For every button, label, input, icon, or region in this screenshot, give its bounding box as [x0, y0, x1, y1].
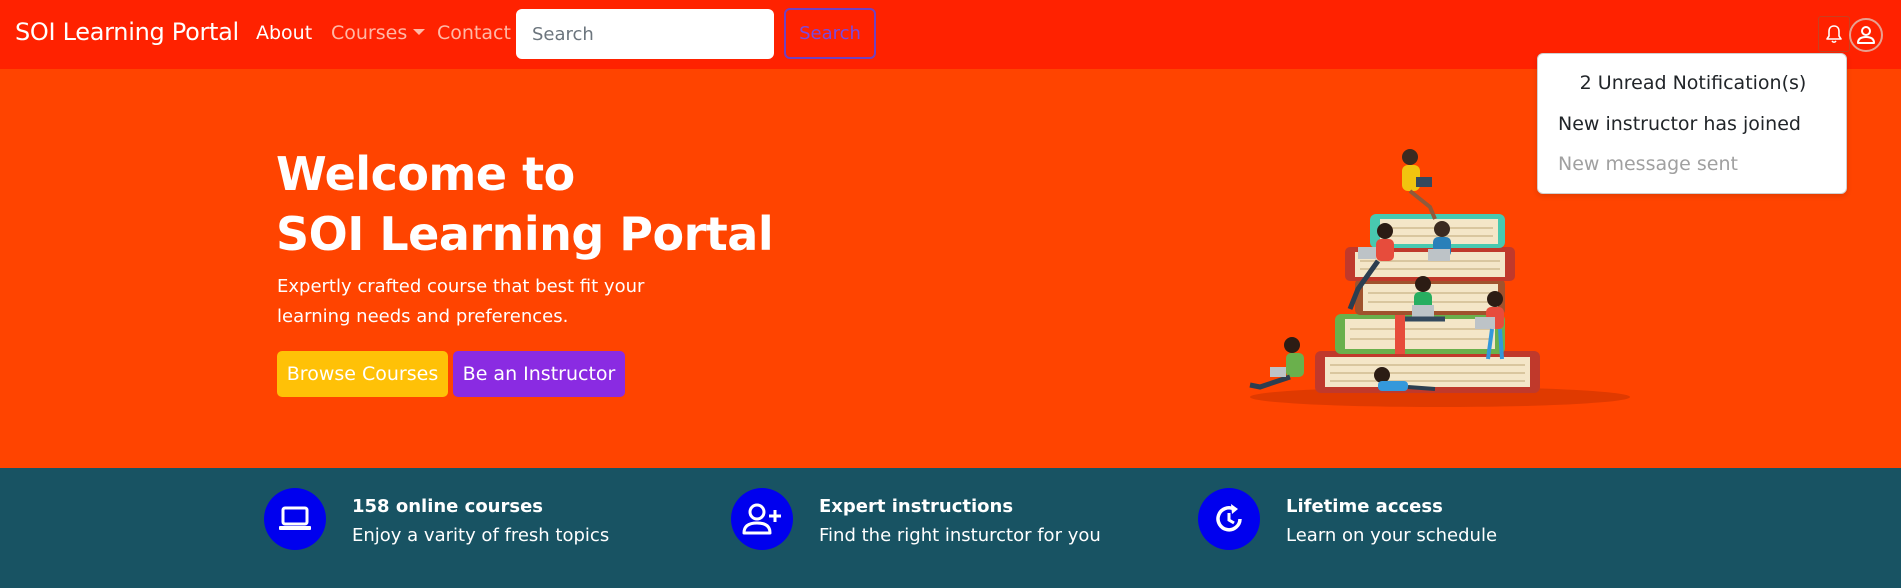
caret-down-icon: [413, 29, 426, 35]
user-icon: [1857, 26, 1875, 44]
feature-desc: Learn on your schedule: [1286, 525, 1498, 546]
hero-title: Welcome to SOI Learning Portal: [276, 144, 774, 264]
search-button[interactable]: Search: [784, 8, 876, 59]
feature-desc: Find the right insturctor for you: [819, 525, 1101, 546]
notifications-header: 2 Unread Notification(s): [1579, 72, 1807, 94]
nav-contact[interactable]: Contact: [437, 22, 511, 44]
hero-subtitle-line1: Expertly crafted course that best fit yo…: [277, 276, 645, 297]
notification-item[interactable]: New message sent: [1558, 153, 1738, 175]
notifications-button[interactable]: [1818, 16, 1850, 52]
feature-desc: Enjoy a varity of fresh topics: [352, 525, 610, 546]
brand-link[interactable]: SOI Learning Portal: [15, 18, 239, 46]
hero-subtitle-line2: learning needs and preferences.: [277, 306, 569, 327]
hero-title-line2: SOI Learning Portal: [276, 207, 774, 261]
browse-courses-button[interactable]: Browse Courses: [277, 351, 448, 397]
search-input[interactable]: [516, 9, 774, 59]
clock-refresh-icon: [1198, 488, 1260, 550]
feature-title: Expert instructions: [819, 496, 1014, 517]
notification-item[interactable]: New instructor has joined: [1558, 113, 1801, 135]
laptop-icon: [264, 488, 326, 550]
notifications-dropdown: 2 Unread Notification(s) New instructor …: [1537, 53, 1847, 194]
user-account-button[interactable]: [1849, 18, 1883, 52]
be-instructor-button[interactable]: Be an Instructor: [453, 351, 625, 397]
features-bar: 158 online courses Enjoy a varity of fre…: [0, 468, 1901, 588]
nav-about[interactable]: About: [256, 22, 312, 44]
nav-courses-label: Courses: [331, 22, 408, 44]
nav-courses-dropdown[interactable]: Courses: [331, 22, 426, 44]
user-plus-icon: [731, 488, 793, 550]
hero-subtitle: Expertly crafted course that best fit yo…: [277, 272, 677, 332]
feature-title: Lifetime access: [1286, 496, 1443, 517]
feature-title: 158 online courses: [352, 496, 544, 517]
hero-title-line1: Welcome to: [276, 147, 575, 201]
bell-icon: [1826, 25, 1842, 44]
